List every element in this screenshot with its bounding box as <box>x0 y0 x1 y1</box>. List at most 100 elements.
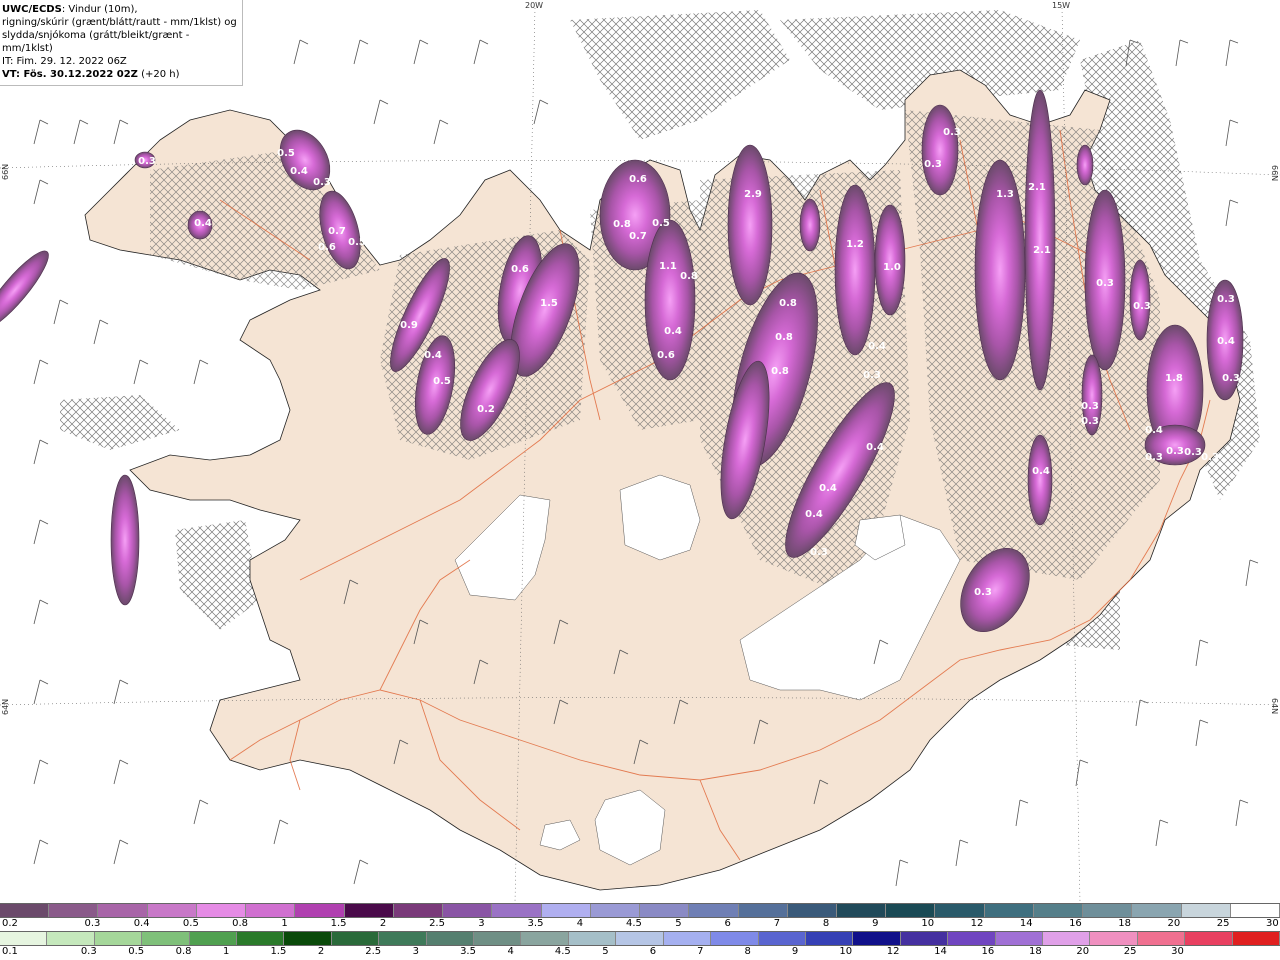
legend-color-swatch <box>1090 932 1138 945</box>
precip-value-label: 2.9 <box>744 189 762 200</box>
precip-value-label: 0.4 <box>424 350 442 361</box>
valid-time: VT: Fös. 30.12.2022 02Z <box>2 69 138 80</box>
precip-value-label: 0.3 <box>1096 278 1114 289</box>
legend-tick-label: 30 <box>1171 946 1184 957</box>
forecast-lead: (+20 h) <box>137 69 180 80</box>
legend-color-swatch <box>1230 904 1280 917</box>
precip-value-label: 0.8 <box>779 298 797 309</box>
precip-value-label: 0.2 <box>477 404 495 415</box>
legend-tick-label: 9 <box>872 918 879 929</box>
precip-value-label: 0.7 <box>629 231 647 242</box>
legend-tick-label: 1.5 <box>330 918 347 929</box>
legend-color-swatch <box>98 904 148 917</box>
legend-tick-label: 0.5 <box>182 918 199 929</box>
legend-tick-label: 2.5 <box>365 946 382 957</box>
legend-tick-label: 7 <box>773 918 781 929</box>
legend-color-swatch <box>1181 904 1231 917</box>
legend-tick-label: 4.5 <box>626 918 642 929</box>
precip-value-label: 0.4 <box>1032 466 1050 477</box>
legend-color-swatch <box>426 932 475 945</box>
rain-legend-labels: 0.1 0.3 0.5 0.8 1 1.5 2 2.5 3 3.5 4 4.5 5 6 7 8 9 10 12 14 1… <box>0 946 1280 960</box>
legend-tick-label: 4 <box>507 946 514 957</box>
legend-tick-label: 0.1 <box>2 946 18 957</box>
legend-tick-label: 1 <box>223 946 230 957</box>
legend-tick-label: 2 <box>317 946 325 957</box>
legend-tick-label: 2 <box>379 918 387 929</box>
legend-tick-label: 14 <box>934 946 947 957</box>
legend-color-swatch <box>935 904 985 917</box>
precip-value-label: 0.8 <box>775 332 793 343</box>
legend-tick-label: 14 <box>1019 918 1033 929</box>
legend-color-swatch <box>1132 904 1182 917</box>
legend-color-swatch <box>663 932 712 945</box>
legend-color-swatch <box>142 932 190 945</box>
precip-value-label: 0.3 <box>943 127 961 138</box>
legend-tick-label: 4.5 <box>554 946 571 957</box>
legend-tick-label: 16 <box>1069 918 1082 929</box>
legend-color-swatch <box>886 904 936 917</box>
legend-tick-label: 8 <box>744 946 751 957</box>
precip-value-label: 0.4 <box>194 218 212 229</box>
precip-value-label: 0.4 <box>290 166 308 177</box>
header-line-1: UWC/ECDS: Vindur (10m), <box>2 3 240 16</box>
legend-color-swatch <box>1042 932 1091 945</box>
map-header: UWC/ECDS: Vindur (10m), rigning/skúrir (… <box>0 0 243 86</box>
precip-value-label: 0.3 <box>1133 301 1151 312</box>
precip-value-label: 0.4 <box>819 483 837 494</box>
legend-color-swatch <box>787 904 837 917</box>
precip-value-label: 0.6 <box>657 350 675 361</box>
legend-tick-label: 9 <box>791 946 799 957</box>
legend-tick-label: 6 <box>649 946 657 957</box>
legend-tick-label: 18 <box>1028 946 1042 957</box>
legend-color-swatch <box>443 904 493 917</box>
legend-color-swatch <box>246 904 296 917</box>
rain-legend-bar <box>0 931 1280 946</box>
lon-label-15w: 15W <box>1052 1 1070 10</box>
precip-value-label: 0.6 <box>629 174 647 185</box>
legend-color-swatch <box>284 932 332 945</box>
precip-value-label: 0.8 <box>613 219 631 230</box>
legend-color-swatch <box>1232 932 1280 945</box>
precip-value-label: 0.3 <box>1201 452 1219 463</box>
legend-tick-label: 0.4 <box>133 918 150 929</box>
precip-value-label: 1.5 <box>540 298 558 309</box>
legend-tick-label: 10 <box>839 946 853 957</box>
snow-legend-bar <box>0 903 1280 918</box>
precip-value-label: 2.1 <box>1033 245 1051 256</box>
legend-color-swatch <box>237 932 285 945</box>
legend-color-swatch <box>541 904 591 917</box>
precip-value-label: 0.3 <box>1166 446 1184 457</box>
legend-tick-label: 25 <box>1123 946 1137 957</box>
legend-color-swatch <box>331 932 380 945</box>
precip-value-label: 0.3 <box>924 159 942 170</box>
precip-value-label: 1.0 <box>883 262 901 273</box>
precip-value-label: 0.5 <box>277 148 295 159</box>
snow-legend: 0.2 0.3 0.4 0.5 0.8 1 1.5 2 2.5 3 3.5 4 4.5 5 6 7 8 9 10 12… <box>0 903 1280 932</box>
legend-color-swatch <box>196 904 247 917</box>
initial-time: IT: Fim. 29. 12. 2022 06Z <box>2 56 127 67</box>
legend-tick-label: 6 <box>724 918 731 929</box>
legend-tick-label: 20 <box>1167 918 1181 929</box>
precip-value-label: 0.6 <box>511 264 529 275</box>
legend-tick-label: 16 <box>981 946 995 957</box>
legend-tick-label: 12 <box>970 918 984 929</box>
legend-tick-label: 0.3 <box>84 918 101 929</box>
rain-legend: 0.1 0.3 0.5 0.8 1 1.5 2 2.5 3 3.5 4 4.5 5 6 7 8 9 10 12 14 1… <box>0 931 1280 960</box>
legend-color-swatch <box>521 932 569 945</box>
precip-value-label: 0.5 <box>433 376 451 387</box>
precip-value-label: 0.3 <box>1217 294 1235 305</box>
precip-value-label: 0.5 <box>652 218 670 229</box>
legend-color-swatch <box>758 932 806 945</box>
legend-color-swatch <box>94 932 143 945</box>
precip-value-label: 0.3 <box>1145 452 1163 463</box>
legend-tick-label: 3.5 <box>527 918 544 929</box>
legend-color-swatch <box>49 904 99 917</box>
precip-value-label: 0.4 <box>805 509 823 520</box>
legend-color-swatch <box>474 932 522 945</box>
lat-label-right-64: 64N <box>1270 698 1279 714</box>
legend-tick-label: 12 <box>886 946 900 957</box>
legend-tick-label: 0.5 <box>128 946 145 957</box>
weather-map: 0.30.50.40.30.40.70.6 0.50.90.40.50.61.50… <box>0 0 1280 902</box>
snow-legend-labels: 0.2 0.3 0.4 0.5 0.8 1 1.5 2 2.5 3 3.5 4 4.5 5 6 7 8 9 10 12… <box>0 918 1280 932</box>
precip-value-label: 0.5 <box>348 237 366 248</box>
